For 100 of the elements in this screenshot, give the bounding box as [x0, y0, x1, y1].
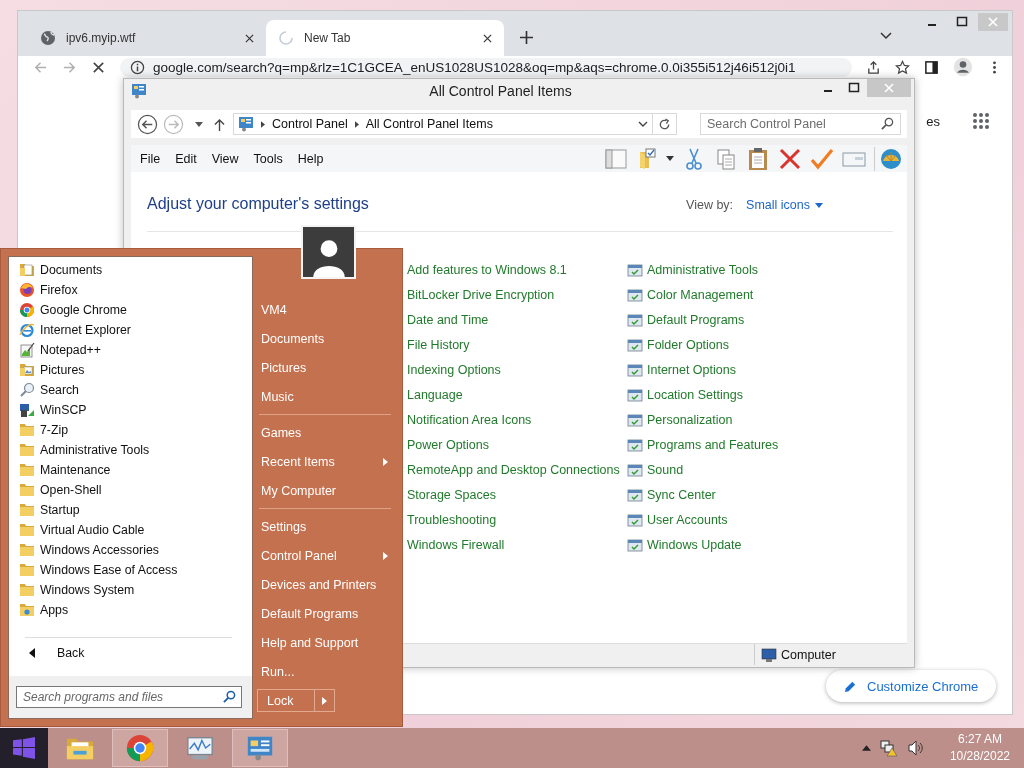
refresh-button[interactable] — [653, 113, 677, 135]
program-item[interactable]: Firefox — [19, 280, 252, 300]
program-item[interactable]: Apps — [19, 600, 252, 620]
menu-item[interactable]: Help — [297, 151, 324, 166]
tab-search-caret-icon[interactable] — [880, 32, 892, 40]
program-item[interactable]: Windows System — [19, 580, 252, 600]
show-hidden-icons-icon[interactable] — [861, 745, 871, 751]
program-item[interactable]: Internet Explorer — [19, 320, 252, 340]
customize-chrome-button[interactable]: Customize Chrome — [826, 670, 997, 702]
settings-link[interactable]: Storage Spaces — [407, 483, 496, 508]
stop-icon[interactable] — [91, 60, 106, 75]
side-panel-icon[interactable] — [924, 60, 939, 75]
dropdown-caret-icon[interactable] — [638, 121, 648, 127]
settings-link[interactable]: Notification Area Icons — [407, 408, 532, 433]
program-item[interactable]: WinSCP — [19, 400, 252, 420]
settings-link[interactable]: Windows Update — [647, 533, 742, 558]
start-menu-item[interactable]: Settings — [257, 512, 391, 541]
program-item[interactable]: Windows Ease of Access — [19, 560, 252, 580]
program-item[interactable]: Virtual Audio Cable — [19, 520, 252, 540]
program-item[interactable]: Windows Accessories — [19, 540, 252, 560]
settings-link[interactable]: Add features to Windows 8.1 — [407, 258, 567, 283]
settings-link[interactable]: Personalization — [647, 408, 733, 433]
taskbar-button[interactable] — [232, 729, 288, 767]
search-field[interactable]: Search programs and files — [16, 686, 242, 708]
program-item[interactable]: Search — [19, 380, 252, 400]
program-item[interactable]: Notepad++ — [19, 340, 252, 360]
images-link[interactable]: es — [926, 113, 940, 129]
program-item[interactable]: Google Chrome — [19, 300, 252, 320]
user-avatar[interactable] — [301, 225, 356, 279]
back-button[interactable]: Back — [25, 637, 232, 668]
checkmark-icon[interactable] — [810, 146, 834, 171]
address-bar[interactable]: google.com/search?q=mp&rlz=1C1GCEA_enUS1028US1028&oq=mp&aqs=chrome.0.0i355i512j46i512j0i1 — [120, 58, 852, 77]
address-field[interactable]: Control Panel All Control Panel Items — [233, 113, 653, 135]
settings-link[interactable]: Language — [407, 383, 463, 408]
recent-caret-icon[interactable] — [195, 121, 203, 127]
new-tab-icon[interactable] — [520, 31, 533, 44]
settings-link[interactable]: Sound — [647, 458, 684, 483]
breadcrumb-item[interactable]: All Control Panel Items — [365, 117, 493, 131]
start-menu-item[interactable]: Recent Items — [257, 447, 391, 476]
breadcrumb-item[interactable]: Control Panel — [272, 117, 348, 131]
settings-link[interactable]: Internet Options — [647, 358, 736, 383]
settings-link[interactable]: Power Options — [407, 433, 489, 458]
delete-icon[interactable] — [778, 146, 802, 171]
start-menu-item[interactable]: Pictures — [257, 353, 391, 382]
network-warning-icon[interactable] — [879, 739, 898, 757]
program-item[interactable]: Open-Shell — [19, 480, 252, 500]
program-item[interactable]: Administrative Tools — [19, 440, 252, 460]
settings-link[interactable]: Windows Firewall — [407, 533, 505, 558]
start-menu-item[interactable]: Help and Support — [257, 628, 391, 657]
settings-link[interactable]: BitLocker Drive Encryption — [407, 283, 555, 308]
menu-item[interactable]: Tools — [253, 151, 283, 166]
up-arrow-icon[interactable] — [214, 117, 225, 131]
settings-link[interactable]: Date and Time — [407, 308, 489, 333]
share-icon[interactable] — [866, 60, 881, 75]
settings-link[interactable]: Location Settings — [647, 383, 743, 408]
start-menu-item[interactable]: VM4 — [257, 295, 391, 324]
settings-link[interactable]: RemoteApp and Desktop Connections — [407, 458, 620, 483]
start-menu-item[interactable]: Default Programs — [257, 599, 391, 628]
menu-item[interactable]: File — [140, 151, 161, 166]
apps-grid-icon[interactable] — [972, 112, 990, 130]
settings-link[interactable]: Sync Center — [647, 483, 716, 508]
speaker-icon[interactable] — [906, 739, 925, 757]
shell-icon[interactable] — [874, 146, 903, 171]
settings-link[interactable]: User Accounts — [647, 508, 728, 533]
picture-folder-icon — [19, 362, 35, 378]
star-icon[interactable] — [895, 60, 910, 75]
start-menu-item[interactable]: Music — [257, 382, 391, 411]
settings-link[interactable]: Administrative Tools — [647, 258, 758, 283]
start-menu-item[interactable]: Control Panel — [257, 541, 391, 570]
settings-link[interactable]: Default Programs — [647, 308, 745, 333]
profile-icon[interactable] — [953, 57, 973, 77]
start-menu-item[interactable]: Run... — [257, 657, 391, 686]
clipboard-icon[interactable] — [746, 146, 770, 171]
menu-item[interactable]: Edit — [175, 151, 197, 166]
settings-link[interactable]: Indexing Options — [407, 358, 501, 383]
start-menu-item[interactable]: Games — [257, 418, 391, 447]
dropdown-caret-icon[interactable] — [666, 156, 674, 161]
program-item[interactable]: Maintenance — [19, 460, 252, 480]
close-icon[interactable] — [245, 33, 254, 43]
browser-tab[interactable]: New Tab — [266, 20, 504, 56]
close-icon[interactable] — [483, 33, 492, 43]
program-item[interactable]: 7-Zip — [19, 420, 252, 440]
program-item[interactable]: Pictures — [19, 360, 252, 380]
start-menu-item[interactable]: Devices and Printers — [257, 570, 391, 599]
browser-tab[interactable]: ipv6.myip.wtf — [28, 20, 266, 56]
taskbar-button[interactable] — [112, 729, 168, 767]
settings-link[interactable]: Programs and Features — [647, 433, 779, 458]
settings-link[interactable]: Color Management — [647, 283, 754, 308]
start-menu-item[interactable]: Documents — [257, 324, 391, 353]
start-button[interactable] — [0, 728, 48, 768]
back-icon[interactable] — [137, 113, 158, 135]
view-by-dropdown[interactable]: Small icons — [746, 198, 823, 212]
settings-link[interactable]: File History — [407, 333, 470, 358]
settings-link[interactable]: Folder Options — [647, 333, 729, 358]
program-item[interactable]: Documents — [19, 260, 252, 280]
settings-link[interactable]: Troubleshooting — [407, 508, 497, 533]
program-item[interactable]: Startup — [19, 500, 252, 520]
menu-item[interactable]: View — [211, 151, 239, 166]
globe-icon — [40, 30, 56, 46]
start-menu-item[interactable]: My Computer — [257, 476, 391, 505]
